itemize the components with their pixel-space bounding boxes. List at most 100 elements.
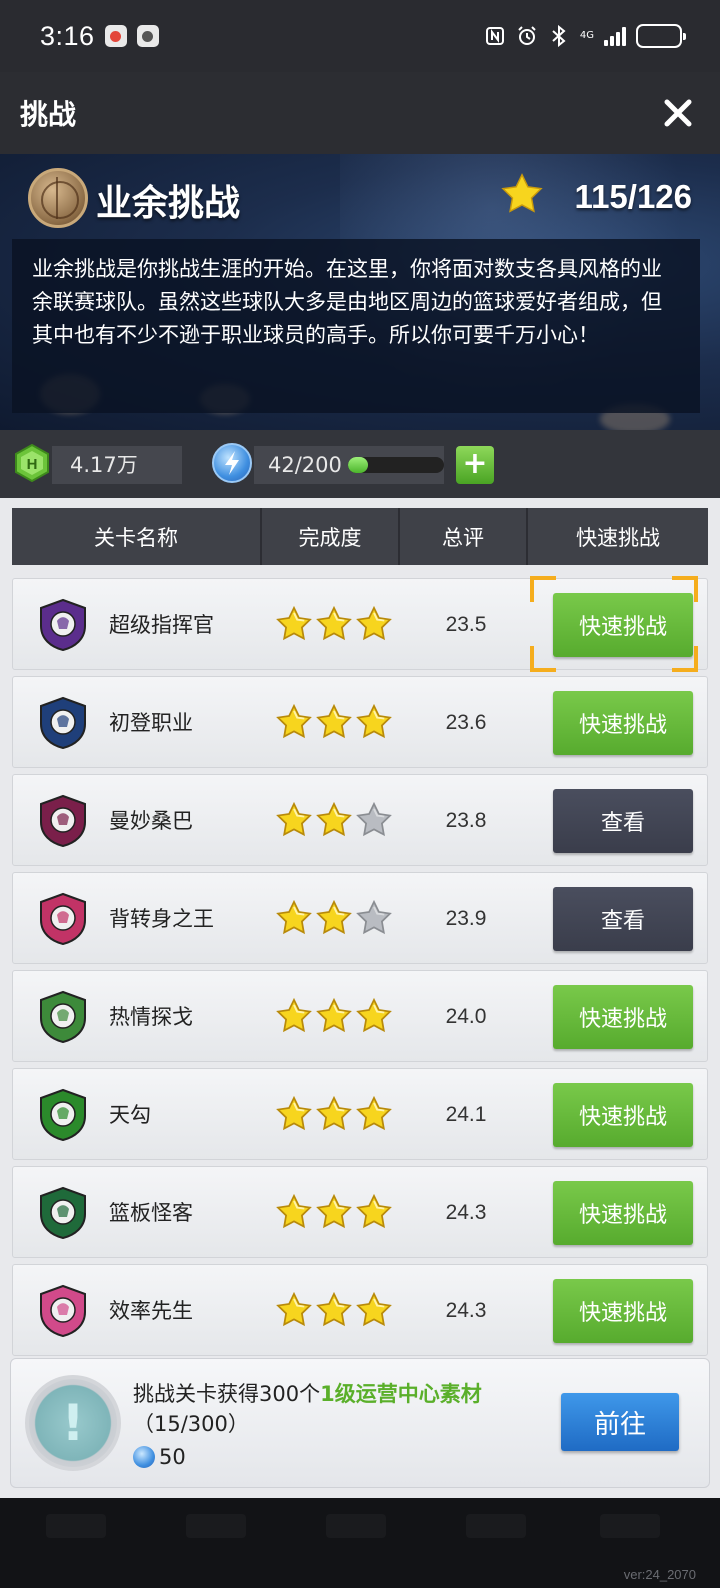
green-hulk-logo-icon <box>35 989 91 1045</box>
energy-progress-fill <box>348 457 369 473</box>
table-row: 背转身之王 23.9 查看 <box>12 872 708 964</box>
focus-highlight <box>530 646 556 672</box>
table-row: 热情探戈 24.0 快速挑战 <box>12 970 708 1062</box>
energy-progress-bar <box>348 457 444 473</box>
coin-hexagon-icon: H <box>15 444 49 482</box>
focus-highlight <box>672 576 698 602</box>
level-name: 曼妙桑巴 <box>109 809 193 833</box>
focus-highlight <box>530 576 556 602</box>
column-header-quick: 快速挑战 <box>576 525 660 550</box>
star-filled-icon <box>316 1193 352 1229</box>
task-text-prefix: 挑战关卡获得300个 <box>133 1382 321 1406</box>
completion-stars <box>275 997 393 1035</box>
table-row: 初登职业 23.6 快速挑战 <box>12 676 708 768</box>
level-score: 23.5 <box>445 613 487 636</box>
star-filled-icon <box>316 1291 352 1327</box>
star-filled-icon <box>276 1095 312 1131</box>
coin-amount: 4.17万 <box>52 446 182 484</box>
signal-icon <box>604 26 626 46</box>
quick-challenge-button[interactable]: 快速挑战 <box>553 1279 693 1343</box>
quick-challenge-button[interactable]: 快速挑战 <box>553 1083 693 1147</box>
dragon-shield-logo-icon <box>35 793 91 849</box>
star-filled-icon <box>356 703 392 739</box>
completion-stars <box>275 605 393 643</box>
level-score: 24.3 <box>445 1201 487 1224</box>
go-button[interactable]: 前往 <box>561 1393 679 1451</box>
table-row: 篮板怪客 24.3 快速挑战 <box>12 1166 708 1258</box>
network-type: 4G <box>579 30 594 41</box>
star-filled-icon <box>316 703 352 739</box>
table-row: 效率先生 24.3 快速挑战 <box>12 1264 708 1356</box>
task-progress: （15/300） <box>133 1412 249 1436</box>
completion-stars <box>275 1095 393 1133</box>
star-filled-icon <box>316 801 352 837</box>
focus-highlight <box>672 646 698 672</box>
alarm-icon <box>516 25 538 47</box>
energy-gem-icon <box>133 1446 155 1468</box>
completion-stars <box>275 703 393 741</box>
close-icon <box>664 99 692 127</box>
star-filled-icon <box>276 703 312 739</box>
view-button[interactable]: 查看 <box>553 789 693 853</box>
status-icons: 4G <box>484 24 686 48</box>
level-list: 关卡名称 完成度 总评 快速挑战 超级指挥官 23.5 快速挑战 初登职业 23.6 快速… <box>0 498 720 1498</box>
close-button[interactable] <box>656 91 700 135</box>
challenge-description: 业余挑战是你挑战生涯的开始。在这里，你将面对数支各具风格的业余联赛球队。虽然这些… <box>12 239 700 413</box>
challenge-banner: 业余挑战 115/126 业余挑战是你挑战生涯的开始。在这里，你将面对数支各具风… <box>0 154 720 430</box>
pink-warrior-logo-icon <box>35 891 91 947</box>
title-bar: 挑战 <box>0 72 720 154</box>
task-reward: 50 <box>133 1445 186 1469</box>
star-filled-icon <box>276 605 312 641</box>
table-row: 超级指挥官 23.5 快速挑战 <box>12 578 708 670</box>
quick-challenge-button[interactable]: 快速挑战 <box>553 985 693 1049</box>
star-filled-icon <box>356 1095 392 1131</box>
level-score: 24.1 <box>445 1103 487 1126</box>
level-name: 效率先生 <box>109 1299 193 1323</box>
level-name: 天勾 <box>109 1103 151 1127</box>
level-name: 超级指挥官 <box>109 613 214 637</box>
pink-unicorn-logo-icon <box>35 1283 91 1339</box>
quick-challenge-button[interactable]: 快速挑战 <box>553 691 693 755</box>
challenge-title: 业余挑战 <box>96 183 241 224</box>
level-name: 初登职业 <box>109 711 193 735</box>
level-score: 24.3 <box>445 1299 487 1322</box>
nfc-icon <box>484 25 506 47</box>
column-header-score: 总评 <box>400 508 528 565</box>
resource-bar: H 4.17万 42/200 + <box>0 430 720 498</box>
task-description: 挑战关卡获得300个1级运营中心素材 （15/300） <box>133 1379 482 1439</box>
notification-icon <box>104 25 127 47</box>
star-filled-icon <box>276 1193 312 1229</box>
page-title: 挑战 <box>20 98 77 131</box>
level-score: 23.9 <box>445 907 487 930</box>
version-label: ver:24_2070 <box>623 1567 696 1582</box>
star-filled-icon <box>356 1193 392 1229</box>
status-bar: 3:16 4G <box>0 0 720 72</box>
purple-knight-logo-icon <box>35 597 91 653</box>
quick-challenge-button[interactable]: 快速挑战 <box>553 1181 693 1245</box>
add-energy-button[interactable]: + <box>456 446 494 484</box>
task-alert-icon: ! <box>25 1375 121 1471</box>
basketball-medal-icon <box>28 168 88 228</box>
bluetooth-icon <box>548 25 570 47</box>
star-filled-icon <box>356 1291 392 1327</box>
star-icon <box>501 173 543 213</box>
star-filled-icon <box>276 801 312 837</box>
status-time: 3:16 <box>40 20 95 51</box>
level-name: 篮板怪客 <box>109 1201 193 1225</box>
star-filled-icon <box>356 997 392 1033</box>
completion-stars <box>275 801 393 839</box>
table-header: 关卡名称 完成度 总评 快速挑战 <box>12 508 708 565</box>
view-button[interactable]: 查看 <box>553 887 693 951</box>
task-panel: ! 挑战关卡获得300个1级运营中心素材 （15/300） 50 前往 <box>10 1358 710 1488</box>
table-row: 曼妙桑巴 23.8 查看 <box>12 774 708 866</box>
star-filled-icon <box>276 1291 312 1327</box>
completion-stars <box>275 1193 393 1231</box>
svg-text:H: H <box>27 456 38 473</box>
completion-stars <box>275 899 393 937</box>
level-name: 背转身之王 <box>109 907 214 931</box>
star-filled-icon <box>316 997 352 1033</box>
level-score: 24.0 <box>445 1005 487 1028</box>
star-filled-icon <box>356 605 392 641</box>
tiger-logo-icon <box>35 1185 91 1241</box>
level-score: 23.6 <box>445 711 487 734</box>
